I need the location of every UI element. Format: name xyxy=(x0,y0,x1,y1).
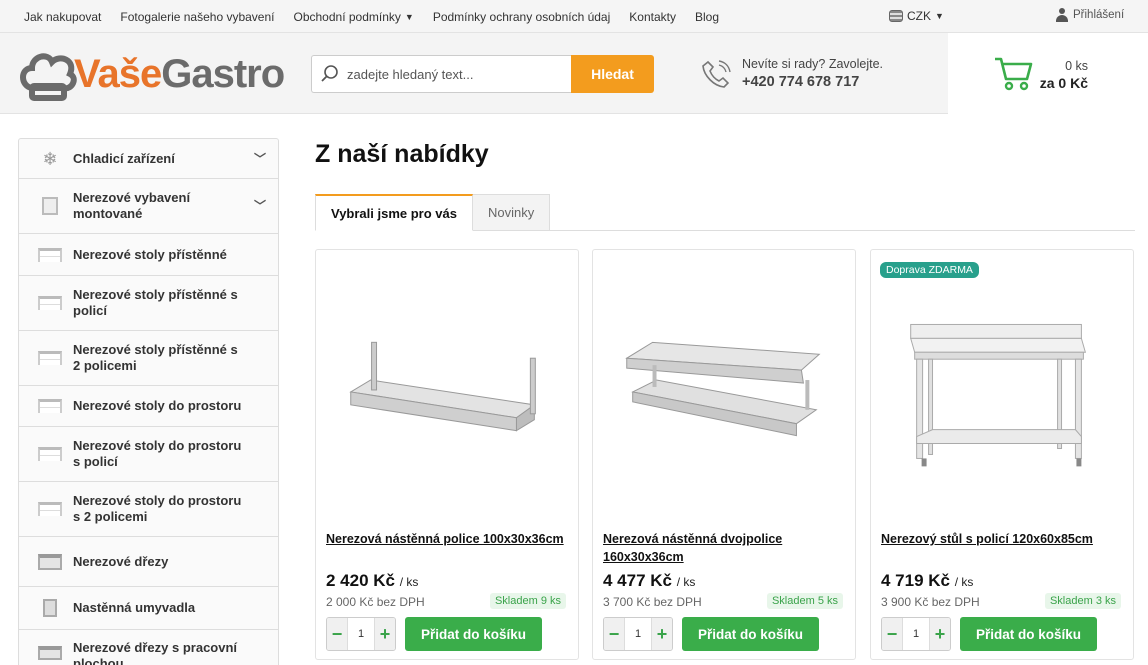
table-icon xyxy=(37,396,63,416)
sink-icon xyxy=(37,640,63,660)
quantity-stepper: − 1 + xyxy=(881,617,951,651)
product-card: Doprava ZDARMA Nerezový stůl s policí 12… xyxy=(870,249,1134,660)
search-box xyxy=(311,55,571,93)
chef-hat-logo-icon xyxy=(20,53,77,101)
plus-icon[interactable]: + xyxy=(652,618,672,650)
top-link-obchodni-podminky[interactable]: Obchodní podmínky ▼ xyxy=(294,10,414,24)
cart-icon xyxy=(995,57,1033,91)
cart-count: 0 ks xyxy=(1065,59,1088,73)
cart-total: za 0 Kč xyxy=(1039,75,1088,91)
phone-contact: Nevíte si rady? Zavolejte. +420 774 678 … xyxy=(700,57,883,90)
product-name[interactable]: Nerezová nástěnná police 100x30x36cm xyxy=(326,530,571,548)
table-icon xyxy=(37,348,63,368)
sidebar-item-stoly-pristenne-2-police[interactable]: Nerezové stoly přístěnné s 2 policemi xyxy=(19,331,278,386)
phone-question: Nevíte si rady? Zavolejte. xyxy=(742,57,884,71)
sidebar-item-nerezove-vybaveni[interactable]: Nerezové vybavení montované ﹀ xyxy=(19,179,278,234)
table-icon xyxy=(37,499,63,519)
table-icon xyxy=(37,245,63,265)
price-without-vat: 2 000 Kč bez DPH xyxy=(326,595,425,609)
phone-icon xyxy=(702,59,731,88)
minus-icon[interactable]: − xyxy=(882,618,902,650)
plus-icon[interactable]: + xyxy=(930,618,950,650)
chevron-down-icon: ▼ xyxy=(935,11,944,21)
sidebar-item-stoly-do-prostoru[interactable]: Nerezové stoly do prostoru xyxy=(19,386,278,427)
logo-text: VašeGastro xyxy=(74,51,285,96)
price-without-vat: 3 900 Kč bez DPH xyxy=(881,595,980,609)
currency-selector[interactable]: CZK ▼ xyxy=(889,9,944,23)
top-link-fotogalerie[interactable]: Fotogalerie našeho vybavení xyxy=(120,10,274,24)
chevron-down-icon: ▼ xyxy=(404,11,414,22)
quantity-input[interactable]: 1 xyxy=(902,618,930,650)
stock-badge: Skladem 3 ks xyxy=(1044,593,1121,609)
search-button[interactable]: Hledat xyxy=(571,55,654,93)
search-icon xyxy=(321,65,338,82)
add-to-cart-button[interactable]: Přidat do košíku xyxy=(682,617,819,651)
sidebar-item-nerezove-drezy[interactable]: Nerezové dřezy xyxy=(19,537,278,587)
page-title: Z naší nabídky xyxy=(315,140,489,168)
minus-icon[interactable]: − xyxy=(327,618,347,650)
table-icon xyxy=(37,293,63,313)
quantity-stepper: − 1 + xyxy=(603,617,673,651)
minus-icon[interactable]: − xyxy=(604,618,624,650)
sidebar-item-stoly-do-prostoru-2-police[interactable]: Nerezové stoly do prostoru s 2 policemi xyxy=(19,482,278,537)
table-icon xyxy=(37,444,63,464)
plus-icon[interactable]: + xyxy=(375,618,395,650)
product-image[interactable] xyxy=(316,250,578,520)
price-without-vat: 3 700 Kč bez DPH xyxy=(603,595,702,609)
stock-badge: Skladem 9 ks xyxy=(489,593,566,609)
add-to-cart-button[interactable]: Přidat do košíku xyxy=(405,617,542,651)
add-to-cart-button[interactable]: Přidat do košíku xyxy=(960,617,1097,651)
sidebar-item-drezy-pracovni-plocha[interactable]: Nerezové dřezy s pracovní plochou xyxy=(19,630,278,665)
user-icon xyxy=(1056,8,1068,22)
cart-widget[interactable]: 0 ks za 0 Kč xyxy=(948,33,1148,114)
product-card: Nerezová nástěnná police 100x30x36cm 2 4… xyxy=(315,249,579,660)
category-sidebar: ❄ Chladicí zařízení ﹀ Nerezové vybavení … xyxy=(18,138,279,665)
stock-badge: Skladem 5 ks xyxy=(766,593,843,609)
sidebar-item-nastenna-umyvadla[interactable]: Nastěnná umyvadla xyxy=(19,587,278,630)
logo[interactable]: VašeGastro xyxy=(18,46,285,102)
product-price: 2 420 Kč / ks xyxy=(326,571,419,590)
snowflake-icon: ❄ xyxy=(42,148,58,169)
product-price: 4 719 Kč / ks xyxy=(881,571,974,590)
tab-novinky[interactable]: Novinky xyxy=(472,194,551,231)
quantity-input[interactable]: 1 xyxy=(624,618,652,650)
sidebar-item-stoly-pristenne-police[interactable]: Nerezové stoly přístěnné s policí xyxy=(19,276,278,331)
product-card: Nerezová nástěnná dvojpolice 160x30x36cm… xyxy=(592,249,856,660)
sidebar-item-chladici-zarizeni[interactable]: ❄ Chladicí zařízení ﹀ xyxy=(19,139,278,179)
chevron-down-icon[interactable]: ﹀ xyxy=(254,198,266,214)
chevron-down-icon[interactable]: ﹀ xyxy=(254,151,266,167)
sidebar-item-stoly-pristenne[interactable]: Nerezové stoly přístěnné xyxy=(19,234,278,276)
product-image[interactable] xyxy=(593,250,855,520)
coins-icon xyxy=(889,10,903,22)
top-link-jak-nakupovat[interactable]: Jak nakupovat xyxy=(24,10,101,24)
top-nav: Jak nakupovat Fotogalerie našeho vybaven… xyxy=(24,0,738,33)
product-name[interactable]: Nerezová nástěnná dvojpolice 160x30x36cm xyxy=(603,530,848,566)
top-link-kontakty[interactable]: Kontakty xyxy=(629,10,676,24)
search-input[interactable] xyxy=(347,66,567,82)
phone-number[interactable]: +420 774 678 717 xyxy=(742,74,883,90)
sink-icon xyxy=(37,552,63,572)
quantity-input[interactable]: 1 xyxy=(347,618,375,650)
cabinet-icon xyxy=(37,196,63,216)
search-form: Hledat xyxy=(311,55,654,93)
tab-vybrali-jsme[interactable]: Vybrali jsme pro vás xyxy=(315,194,473,231)
product-price: 4 477 Kč / ks xyxy=(603,571,696,590)
top-bar: Jak nakupovat Fotogalerie našeho vybaven… xyxy=(0,0,1148,33)
washbasin-icon xyxy=(37,598,63,618)
product-image[interactable] xyxy=(871,250,1133,520)
quantity-stepper: − 1 + xyxy=(326,617,396,651)
sidebar-item-stoly-do-prostoru-police[interactable]: Nerezové stoly do prostoru s policí xyxy=(19,427,278,482)
product-name[interactable]: Nerezový stůl s policí 120x60x85cm xyxy=(881,530,1126,548)
login-link[interactable]: Přihlášení xyxy=(1056,8,1124,22)
top-link-blog[interactable]: Blog xyxy=(695,10,719,24)
top-link-ochrana-udaju[interactable]: Podmínky ochrany osobních údaj xyxy=(433,10,610,24)
tabs: Vybrali jsme pro vás Novinky xyxy=(315,194,551,231)
